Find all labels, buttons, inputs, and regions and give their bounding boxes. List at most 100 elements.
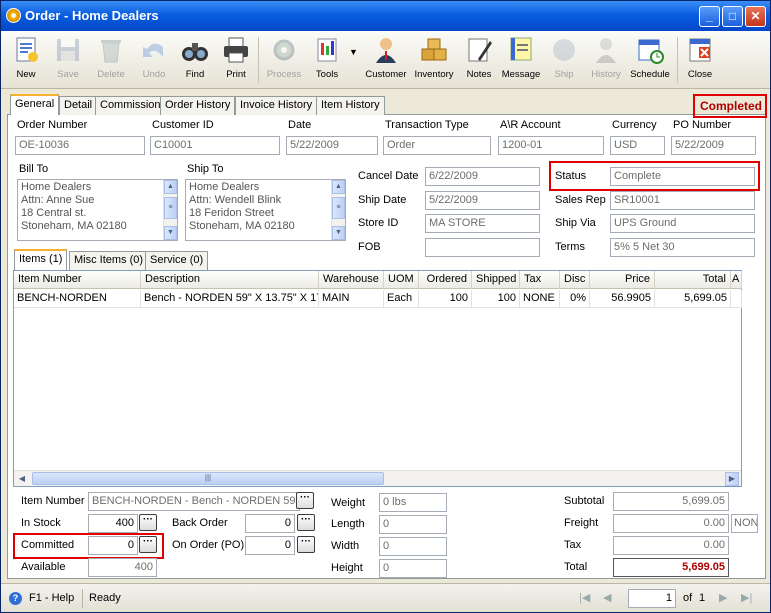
tab-items[interactable]: Items (1) [14,249,68,270]
column-header[interactable]: UOM [384,271,419,289]
scroll-right-icon[interactable]: ▶ [725,472,739,486]
cancel-date-field[interactable]: 6/22/2009 [425,167,540,186]
ship-via-field[interactable]: UPS Ground [610,214,755,233]
column-header[interactable]: Item Number [14,271,141,289]
date-field[interactable]: 5/22/2009 [286,136,378,155]
message-button[interactable]: Message [500,35,542,87]
column-header[interactable]: Ordered [419,271,472,289]
scroll-thumb[interactable]: ||| [32,472,384,485]
customer-id-field[interactable]: C10001 [150,136,280,155]
scroll-thumb[interactable]: ≡ [332,197,345,219]
table-cell[interactable]: Bench - NORDEN 59" X 13.75" X 17. [141,290,319,308]
schedule-button[interactable]: Schedule [629,35,671,87]
tab-order-history[interactable]: Order History [160,96,236,115]
table-cell[interactable]: 100 [472,290,520,308]
tab-service[interactable]: Service (0) [145,251,209,270]
table-cell[interactable]: BENCH-NORDEN [14,290,141,308]
print-button[interactable]: Print [219,35,253,87]
scroll-up-icon[interactable]: ▲ [164,180,177,194]
item-lookup-button[interactable]: ··· [296,492,314,509]
inventory-button[interactable]: Inventory [411,35,457,87]
scroll-left-icon[interactable]: ◀ [15,472,29,486]
tools-dropdown-icon[interactable]: ▼ [349,47,358,57]
transaction-type-field[interactable]: Order [383,136,491,155]
table-cell[interactable]: 5,699.05 [655,290,731,308]
status-field[interactable]: Complete [610,167,755,186]
previous-page-icon[interactable]: ◀ [603,591,611,604]
tax-field[interactable]: 0.00 [613,536,729,555]
scroll-thumb[interactable]: ≡ [164,197,177,219]
column-header[interactable]: Shipped [472,271,520,289]
find-button[interactable]: Find [178,35,212,87]
currency-field[interactable]: USD [610,136,665,155]
fob-field[interactable] [425,238,540,257]
page-number-field[interactable]: 1 [628,589,676,608]
column-header[interactable]: A [731,271,742,289]
new-button[interactable]: New [9,35,43,87]
tab-misc-items[interactable]: Misc Items (0) [69,251,149,270]
table-cell[interactable]: NONE [520,290,560,308]
first-page-icon[interactable]: |◀ [579,591,590,604]
subtotal-field[interactable]: 5,699.05 [613,492,729,511]
tools-button[interactable]: Tools [309,35,345,87]
column-header[interactable]: Tax [520,271,560,289]
tab-general[interactable]: General [10,94,60,115]
help-hint[interactable]: F1 - Help [29,592,74,604]
notes-button[interactable]: Notes [462,35,496,87]
freight-code-field[interactable]: NON [731,514,758,533]
column-header[interactable]: Description [141,271,319,289]
maximize-button[interactable]: □ [722,6,743,27]
ship-date-field[interactable]: 5/22/2009 [425,191,540,210]
available-field[interactable]: 400 [88,558,157,577]
table-cell[interactable]: 56.9905 [590,290,655,308]
on-order-lookup-button[interactable]: ··· [297,536,315,553]
next-page-icon[interactable]: ▶ [719,591,727,604]
total-field[interactable]: 5,699.05 [613,558,729,577]
customer-button[interactable]: Customer [363,35,409,87]
height-field[interactable]: 0 [379,559,447,578]
weight-field[interactable]: 0 lbs [379,493,447,512]
order-number-field[interactable]: OE-10036 [15,136,145,155]
scroll-down-icon[interactable]: ▼ [332,226,345,240]
table-cell[interactable]: 0% [560,290,590,308]
width-field[interactable]: 0 [379,537,447,556]
scroll-up-icon[interactable]: ▲ [332,180,345,194]
freight-field[interactable]: 0.00 [613,514,729,533]
save-button[interactable]: Save [51,35,85,87]
on-order-field[interactable]: 0 [245,536,295,555]
store-id-field[interactable]: MA STORE [425,214,540,233]
close-button[interactable]: Close [683,35,717,87]
sales-rep-field[interactable]: SR10001 [610,191,755,210]
in-stock-lookup-button[interactable]: ··· [139,514,157,531]
length-field[interactable]: 0 [379,515,447,534]
undo-button[interactable]: Undo [137,35,171,87]
bill-to-address[interactable]: Home Dealers Attn: Anne Sue 18 Central s… [17,179,178,241]
table-cell[interactable]: MAIN [319,290,384,308]
delete-button[interactable]: Delete [93,35,129,87]
po-number-field[interactable]: 5/22/2009 [671,136,756,155]
tab-detail[interactable]: Detail [59,96,98,115]
process-button[interactable]: Process [264,35,304,87]
ship-button[interactable]: Ship [547,35,581,87]
back-order-field[interactable]: 0 [245,514,295,533]
history-button[interactable]: History [588,35,624,87]
grid-horizontal-scrollbar[interactable]: ◀ ||| ▶ [14,470,741,486]
column-header[interactable]: Warehouse [319,271,384,289]
item-number-field[interactable]: BENCH-NORDEN - Bench - NORDEN 59" X : [88,492,300,511]
table-cell[interactable]: 100 [419,290,472,308]
in-stock-field[interactable]: 400 [88,514,138,533]
terms-field[interactable]: 5% 5 Net 30 [610,238,755,257]
ar-account-field[interactable]: 1200-01 [498,136,604,155]
tab-invoice-history[interactable]: Invoice History [235,96,318,115]
back-order-lookup-button[interactable]: ··· [297,514,315,531]
tab-commission[interactable]: Commission [95,96,166,115]
last-page-icon[interactable]: ▶| [741,591,752,604]
close-window-button[interactable]: ✕ [745,6,766,27]
column-header[interactable]: Total [655,271,731,289]
column-header[interactable]: Price [590,271,655,289]
column-header[interactable]: Disc [560,271,590,289]
tab-item-history[interactable]: Item History [316,96,385,115]
ship-to-scrollbar[interactable]: ▲ ≡ ▼ [331,180,345,240]
ship-to-address[interactable]: Home Dealers Attn: Wendell Blink 18 Feri… [185,179,346,241]
table-cell[interactable]: Each [384,290,419,308]
